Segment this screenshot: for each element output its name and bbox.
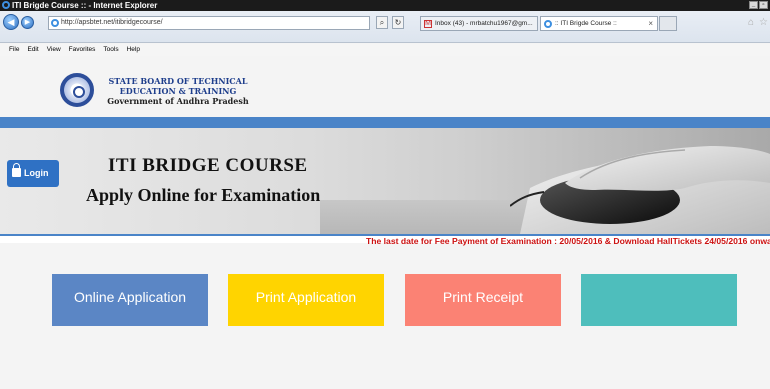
menu-view[interactable]: View <box>47 44 61 56</box>
org-line-3: Government of Andhra Pradesh <box>107 96 249 106</box>
address-tools: ⌕ ↻ <box>376 16 404 29</box>
ie-tab-icon <box>544 20 552 28</box>
menu-tools[interactable]: Tools <box>103 44 118 56</box>
restore-button[interactable]: ▫ <box>759 1 768 9</box>
favorites-icon[interactable]: ☆ <box>759 17 768 28</box>
address-text: http://apsbtet.net/itibridgecourse/ <box>61 19 163 26</box>
gmail-icon: M <box>424 20 432 28</box>
marquee-notice: The last date for Fee Payment of Examina… <box>366 236 770 246</box>
online-application-tile[interactable]: Online Application <box>52 274 208 326</box>
refresh-icon[interactable]: ↻ <box>392 16 404 29</box>
window-title: ITI Brigde Course :: - Internet Explorer <box>12 1 158 10</box>
address-bar[interactable]: http://apsbtet.net/itibridgecourse/ <box>48 16 370 30</box>
hand-on-mouse-image <box>510 146 770 234</box>
ie-logo-icon <box>2 1 10 9</box>
blank-tile[interactable] <box>581 274 737 326</box>
header-divider <box>0 117 770 128</box>
print-application-tile[interactable]: Print Application <box>228 274 384 326</box>
window-titlebar: ITI Brigde Course :: - Internet Explorer… <box>0 0 770 11</box>
browser-toolbar: ◀ ▶ http://apsbtet.net/itibridgecourse/ … <box>0 11 770 43</box>
home-icon[interactable]: ⌂ <box>748 17 754 28</box>
tab-label: Inbox (43) - mrbatchu1967@gm... <box>435 20 533 27</box>
search-icon[interactable]: ⌕ <box>376 16 388 29</box>
forward-button[interactable]: ▶ <box>21 16 34 29</box>
tab-inbox[interactable]: M Inbox (43) - mrbatchu1967@gm... <box>420 16 538 31</box>
lock-icon <box>12 163 21 177</box>
page-icon <box>51 19 59 27</box>
back-button[interactable]: ◀ <box>3 14 19 30</box>
print-receipt-tile[interactable]: Print Receipt <box>405 274 561 326</box>
tab-label: :: ITI Brigde Course :: <box>555 20 617 27</box>
page-content: STATE BOARD OF TECHNICAL EDUCATION & TRA… <box>0 56 770 389</box>
browser-window: ITI Brigde Course :: - Internet Explorer… <box>0 0 770 389</box>
login-button[interactable]: Login <box>7 160 59 187</box>
menu-edit[interactable]: Edit <box>27 44 38 56</box>
browser-icons: ⌂ ☆ <box>748 17 768 28</box>
org-line-1: STATE BOARD OF TECHNICAL <box>108 76 248 86</box>
menu-help[interactable]: Help <box>127 44 140 56</box>
action-tiles: Online Application Print Application Pri… <box>0 274 770 328</box>
hero-banner: ITI BRIDGE COURSE Apply Online for Exami… <box>0 128 770 234</box>
emblem-logo <box>60 73 94 107</box>
menu-file[interactable]: File <box>9 44 19 56</box>
organization-name: STATE BOARD OF TECHNICAL EDUCATION & TRA… <box>103 76 253 106</box>
course-title: ITI BRIDGE COURSE <box>108 155 308 176</box>
tab-iti-course[interactable]: :: ITI Brigde Course :: × <box>540 16 658 31</box>
close-tab-icon[interactable]: × <box>648 17 653 30</box>
login-label: Login <box>24 168 49 178</box>
course-subtitle: Apply Online for Examination <box>86 185 321 205</box>
menu-favorites[interactable]: Favorites <box>69 44 96 56</box>
org-line-2: EDUCATION & TRAINING <box>119 86 237 96</box>
window-controls: _ ▫ <box>749 1 768 9</box>
site-header: STATE BOARD OF TECHNICAL EDUCATION & TRA… <box>0 56 770 114</box>
menu-bar: File Edit View Favorites Tools Help <box>0 44 770 56</box>
minimize-button[interactable]: _ <box>749 1 758 9</box>
new-tab-button[interactable] <box>659 16 677 31</box>
